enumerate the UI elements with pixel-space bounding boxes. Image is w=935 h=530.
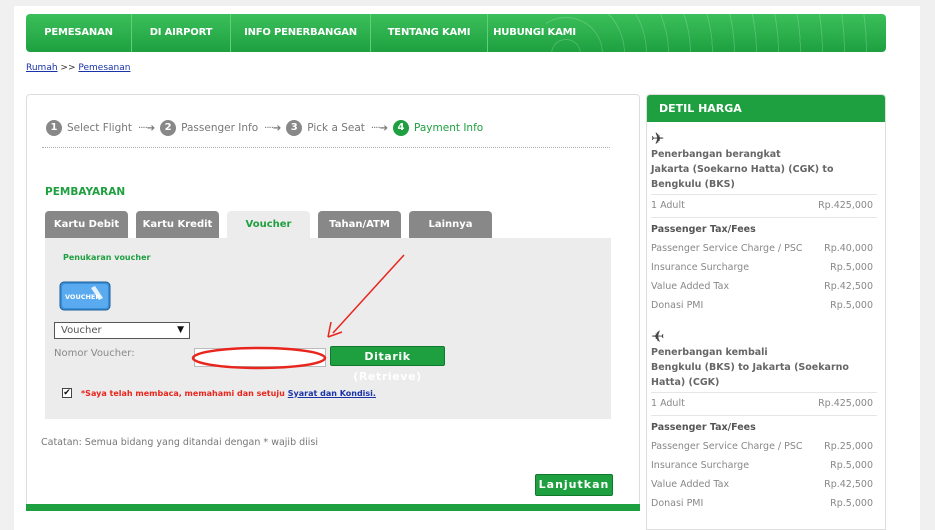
- nav-item-tentang-kami[interactable]: TENTANG KAMI: [371, 14, 488, 52]
- breadcrumb-separator: >>: [60, 63, 76, 73]
- outbound-pax-row: 1 Adult Rp.425,000: [651, 200, 873, 211]
- voucher-card-icon: VOUCHER: [59, 281, 111, 311]
- step-payment-info: 4 Payment Info: [393, 120, 483, 136]
- breadcrumb: Rumah >> Pemesanan: [26, 63, 130, 73]
- outbound-route: Jakarta (Soekarno Hatta) (CGK) to Bengku…: [651, 164, 834, 190]
- fee-row: Passenger Service Charge / PSC Rp.25,000: [651, 441, 873, 452]
- divider: [651, 415, 877, 416]
- nav-item-info-penerbangan[interactable]: INFO PENERBANGAN: [231, 14, 371, 52]
- fee-value: Rp.40,000: [824, 243, 873, 254]
- step-number: 4: [393, 120, 410, 136]
- divider: [651, 392, 877, 393]
- divider: [651, 217, 877, 218]
- payment-panel-bottom-bar: [26, 504, 640, 511]
- terms-agreement: ✔ *Saya telah membaca, memahami dan setu…: [62, 388, 376, 398]
- pax-price: Rp.425,000: [818, 200, 873, 211]
- breadcrumb-home-link[interactable]: Rumah: [26, 63, 58, 73]
- step-label: Payment Info: [414, 122, 484, 134]
- fee-label: Donasi PMI: [651, 300, 704, 311]
- caret-down-icon: ▼: [177, 325, 184, 335]
- step-arrow-icon: ····➔: [138, 122, 155, 134]
- retrieve-button[interactable]: Ditarik (Retrieve): [330, 346, 445, 383]
- fee-label: Passenger Service Charge / PSC: [651, 243, 803, 254]
- fee-row: Insurance Surcharge Rp.5,000: [651, 262, 873, 273]
- fee-row: Value Added Tax Rp.42,500: [651, 479, 873, 490]
- step-select-flight: 1 Select Flight: [46, 120, 132, 136]
- outbound-flight: Penerbangan berangkat Jakarta (Soekarno …: [651, 147, 883, 192]
- fee-row: Insurance Surcharge Rp.5,000: [651, 460, 873, 471]
- step-passenger-info: 2 Passenger Info: [160, 120, 258, 136]
- terms-checkbox[interactable]: ✔: [62, 388, 72, 398]
- voucher-number-label: Nomor Voucher:: [54, 348, 135, 359]
- payment-tabs: Kartu Debit Kartu Kredit Voucher Tahan/A…: [45, 211, 500, 238]
- step-label: Pick a Seat: [307, 122, 365, 134]
- return-tax-title: Passenger Tax/Fees: [651, 422, 756, 433]
- tab-kartu-kredit[interactable]: Kartu Kredit: [136, 211, 219, 238]
- tab-voucher[interactable]: Voucher: [227, 211, 310, 238]
- step-label: Passenger Info: [181, 122, 259, 134]
- main-nav: PEMESANAN DI AIRPORT INFO PENERBANGAN TE…: [26, 14, 886, 52]
- airplane-depart-icon: ✈: [651, 129, 665, 148]
- return-route: Bengkulu (BKS) to Jakarta (Soekarno Hatt…: [651, 362, 849, 388]
- voucher-heading: Penukaran voucher: [63, 253, 151, 262]
- step-label: Select Flight: [67, 122, 133, 134]
- step-pick-a-seat: 3 Pick a Seat: [286, 120, 365, 136]
- fee-value: Rp.5,000: [830, 262, 873, 273]
- pax-price: Rp.425,000: [818, 398, 873, 409]
- step-number: 1: [46, 120, 62, 136]
- fee-label: Insurance Surcharge: [651, 460, 750, 471]
- terms-text: *Saya telah membaca, memahami dan setuju: [81, 388, 285, 398]
- pax-label: 1 Adult: [651, 398, 685, 409]
- fee-row: Value Added Tax Rp.42,500: [651, 281, 873, 292]
- outbound-heading: Penerbangan berangkat: [651, 149, 781, 160]
- fee-label: Value Added Tax: [651, 281, 730, 292]
- fee-value: Rp.42,500: [824, 281, 873, 292]
- steps-divider: [42, 147, 610, 148]
- tab-tahan-atm[interactable]: Tahan/ATM: [318, 211, 401, 238]
- breadcrumb-current-link[interactable]: Pemesanan: [78, 63, 130, 73]
- fee-value: Rp.42,500: [824, 479, 873, 490]
- check-icon: ✔: [63, 388, 71, 398]
- step-number: 3: [286, 120, 303, 136]
- booking-steps: 1 Select Flight ····➔ 2 Passenger Info ·…: [46, 120, 483, 136]
- fee-value: Rp.5,000: [830, 460, 873, 471]
- fee-row: Donasi PMI Rp.5,000: [651, 300, 873, 311]
- fee-label: Donasi PMI: [651, 498, 704, 509]
- tab-lainnya[interactable]: Lainnya: [409, 211, 492, 238]
- return-flight: Penerbangan kembali Bengkulu (BKS) to Ja…: [651, 345, 883, 390]
- fee-value: Rp.25,000: [824, 441, 873, 452]
- outbound-tax-title: Passenger Tax/Fees: [651, 224, 756, 235]
- sidebar-title: DETIL HARGA: [647, 95, 885, 122]
- voucher-card-text: VOUCHER: [65, 293, 100, 301]
- nav-item-hubungi-kami[interactable]: HUBUNGI KAMI: [488, 14, 581, 52]
- airplane-arrive-icon: ✈: [651, 327, 665, 346]
- price-details-sidebar: DETIL HARGA ✈ Penerbangan berangkat Jaka…: [646, 94, 886, 530]
- divider: [651, 194, 877, 195]
- fee-row: Donasi PMI Rp.5,000: [651, 498, 873, 509]
- continue-button[interactable]: Lanjutkan: [535, 474, 613, 496]
- voucher-number-input[interactable]: [194, 348, 326, 367]
- nav-item-di-airport[interactable]: DI AIRPORT: [132, 14, 231, 52]
- step-arrow-icon: ····➔: [264, 122, 281, 134]
- return-pax-row: 1 Adult Rp.425,000: [651, 398, 873, 409]
- terms-link[interactable]: Syarat dan Kondisi.: [288, 389, 376, 398]
- return-heading: Penerbangan kembali: [651, 347, 768, 358]
- fee-label: Passenger Service Charge / PSC: [651, 441, 803, 452]
- required-fields-note: Catatan: Semua bidang yang ditandai deng…: [41, 437, 319, 448]
- tab-kartu-debit[interactable]: Kartu Debit: [45, 211, 128, 238]
- fee-row: Passenger Service Charge / PSC Rp.40,000: [651, 243, 873, 254]
- step-arrow-icon: ····➔: [370, 122, 388, 134]
- fee-value: Rp.5,000: [830, 300, 873, 311]
- payment-title: PEMBAYARAN: [45, 186, 126, 198]
- fee-label: Insurance Surcharge: [651, 262, 750, 273]
- nav-item-pemesanan[interactable]: PEMESANAN: [26, 14, 132, 52]
- step-number: 2: [160, 120, 177, 136]
- fee-value: Rp.5,000: [830, 498, 873, 509]
- pax-label: 1 Adult: [651, 200, 685, 211]
- fee-label: Value Added Tax: [651, 479, 730, 490]
- voucher-type-select[interactable]: Voucher ▼: [54, 322, 190, 339]
- voucher-type-select-value: Voucher: [61, 325, 102, 336]
